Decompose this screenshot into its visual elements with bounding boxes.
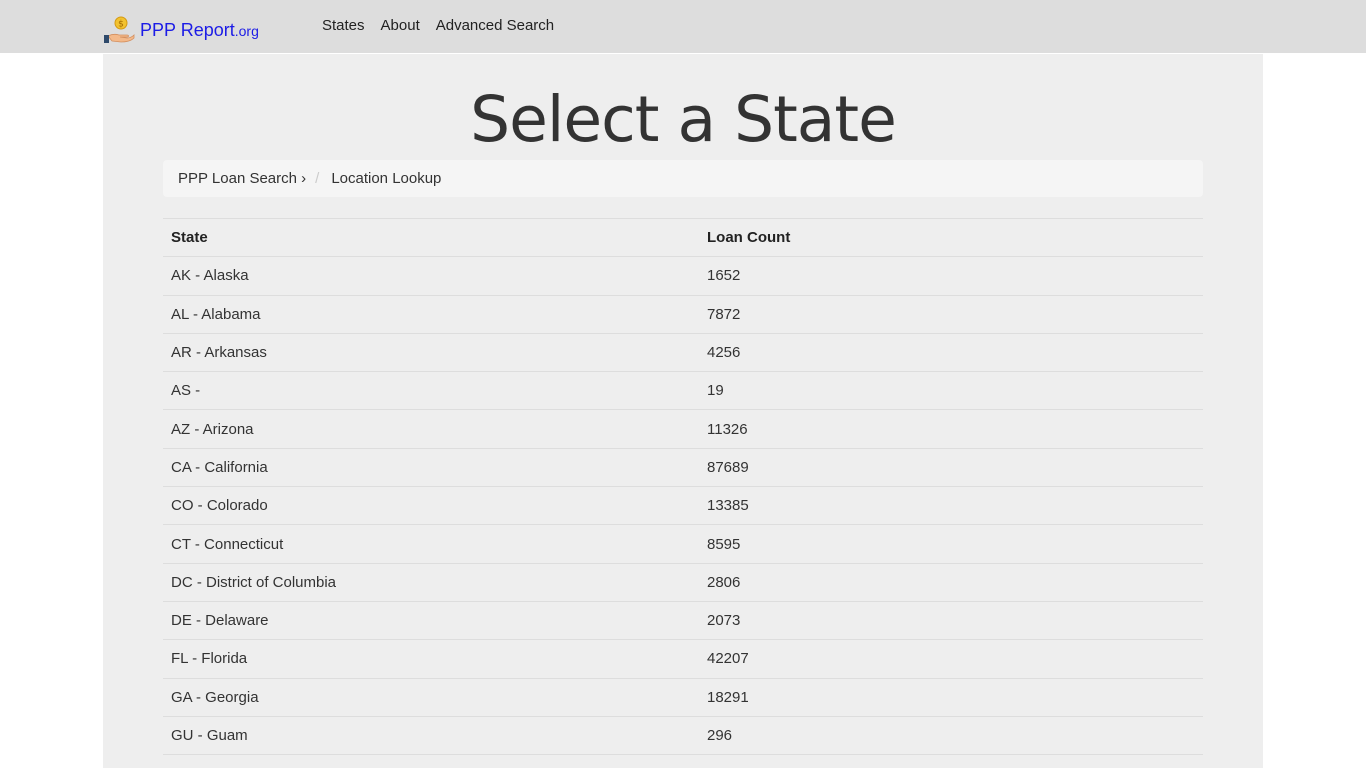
loan-count-cell: 8595: [683, 524, 1203, 564]
table-row[interactable]: CT - Connecticut 8595: [163, 524, 1203, 564]
brand-suffix: .org: [234, 22, 259, 39]
nav-states[interactable]: States: [322, 17, 365, 34]
loan-count-cell: 4256: [683, 332, 1203, 372]
table-row[interactable]: DC - District of Columbia 2806: [163, 562, 1203, 602]
loan-count-cell: 2073: [683, 600, 1203, 640]
table-row[interactable]: GA - Georgia 18291: [163, 677, 1203, 717]
loan-count-cell: 18291: [683, 677, 1203, 717]
state-table: State Loan Count AK - Alaska 1652 AL - Ala…: [163, 217, 1203, 756]
header-state: State: [163, 217, 683, 258]
state-name-cell[interactable]: DE - Delaware: [163, 600, 683, 640]
table-row[interactable]: AR - Arkansas 4256: [163, 332, 1203, 372]
state-name-cell[interactable]: FL - Florida: [163, 639, 683, 679]
table-row[interactable]: AZ - Arizona 11326: [163, 409, 1203, 449]
money-hand-icon: $: [104, 16, 135, 43]
table-row[interactable]: FL - Florida 42207: [163, 639, 1203, 679]
loan-count-cell: 7872: [683, 294, 1203, 334]
brand-link[interactable]: $ PPP Report.org: [103, 14, 259, 46]
table-body: AK - Alaska 1652 AL - Alabama 7872 AR - Arka…: [163, 256, 1203, 756]
state-name-cell[interactable]: AK - Alaska: [163, 256, 683, 296]
brand-name: PPP Report.org: [140, 19, 259, 40]
nav-about[interactable]: About: [381, 17, 420, 34]
breadcrumb: PPP Loan Search › / Location Lookup: [163, 160, 1203, 197]
state-name-cell[interactable]: AL - Alabama: [163, 294, 683, 334]
state-table-wrap: State Loan Count AK - Alaska 1652 AL - Ala…: [163, 217, 1203, 756]
loan-count-cell: 13385: [683, 486, 1203, 525]
main-nav: States About Advanced Search: [322, 17, 570, 34]
table-row[interactable]: CO - Colorado 13385: [163, 486, 1203, 525]
loan-count-cell: 19: [683, 371, 1203, 410]
breadcrumb-location-lookup: Location Lookup: [331, 170, 442, 187]
state-name-cell[interactable]: AZ - Arizona: [163, 409, 683, 449]
loan-count-cell: 296: [683, 715, 1203, 756]
loan-count-cell: 87689: [683, 447, 1203, 487]
loan-count-cell: 2806: [683, 562, 1203, 602]
loan-count-cell: 1652: [683, 256, 1203, 296]
table-row[interactable]: CA - California 87689: [163, 447, 1203, 487]
state-name-cell[interactable]: CT - Connecticut: [163, 524, 683, 564]
header-loan-count: Loan Count: [683, 217, 1203, 258]
breadcrumb-separator: /: [315, 170, 320, 187]
svg-text:$: $: [118, 20, 124, 30]
navbar: $ PPP Report.org States About Advanced S…: [0, 0, 1366, 53]
table-row[interactable]: AL - Alabama 7872: [163, 294, 1203, 334]
table-header-row: State Loan Count: [163, 217, 1203, 258]
nav-advanced-search[interactable]: Advanced Search: [436, 17, 554, 34]
loan-count-cell: 11326: [683, 409, 1203, 449]
page-title: Select a State: [470, 83, 897, 156]
table-row[interactable]: AS - 19: [163, 371, 1203, 410]
state-name-cell[interactable]: DC - District of Columbia: [163, 562, 683, 602]
state-name-cell[interactable]: CA - California: [163, 447, 683, 487]
state-name-cell[interactable]: AS -: [163, 371, 683, 410]
loan-count-cell: 42207: [683, 639, 1203, 679]
table-row[interactable]: DE - Delaware 2073: [163, 600, 1203, 640]
state-name-cell[interactable]: CO - Colorado: [163, 486, 683, 525]
state-name-cell[interactable]: AR - Arkansas: [163, 332, 683, 372]
state-name-cell[interactable]: GA - Georgia: [163, 677, 683, 717]
table-row[interactable]: AK - Alaska 1652: [163, 256, 1203, 296]
main-container: Select a State PPP Loan Search › / Locat…: [103, 54, 1263, 768]
table-row[interactable]: GU - Guam 296: [163, 715, 1203, 756]
state-name-cell[interactable]: GU - Guam: [163, 715, 683, 756]
breadcrumb-ppp-loan-search[interactable]: PPP Loan Search ›: [178, 170, 306, 187]
